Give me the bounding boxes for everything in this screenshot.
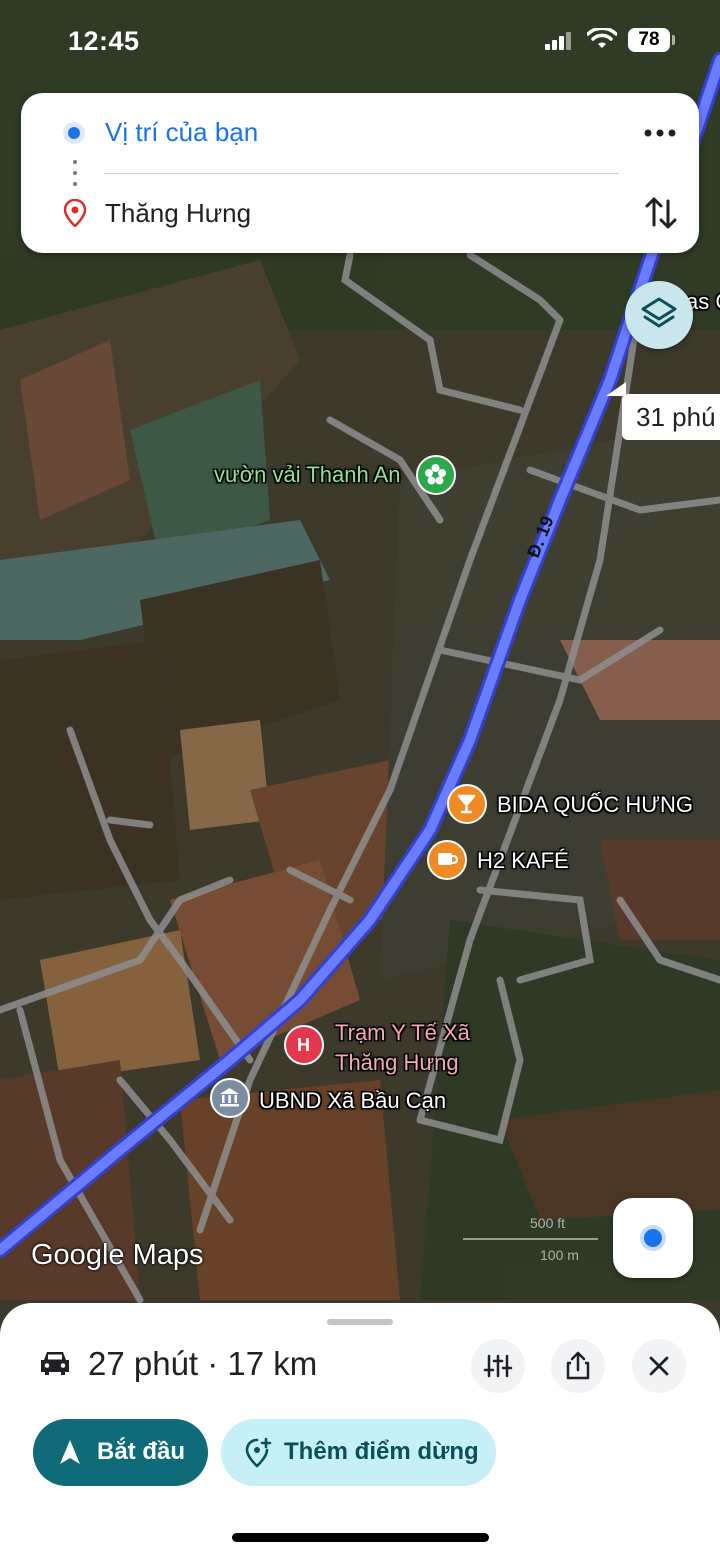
poi-label-orchard[interactable]: vườn vải Thanh An	[214, 462, 401, 488]
flower-icon[interactable]	[416, 455, 456, 495]
scale-feet: 500 ft	[530, 1215, 566, 1231]
google-maps-logo: Google Maps	[31, 1239, 204, 1271]
share-icon	[566, 1351, 590, 1380]
destination-pin-icon	[64, 199, 86, 227]
scale-meters: 100 m	[540, 1247, 579, 1263]
my-location-button[interactable]	[613, 1198, 693, 1278]
layers-icon	[641, 297, 677, 328]
poi-label-cafe[interactable]: H2 KAFÉ	[477, 848, 569, 874]
government-building-icon[interactable]	[210, 1078, 250, 1118]
battery-tip	[672, 35, 675, 45]
battery-indicator: 78	[628, 28, 670, 52]
destination-field[interactable]: Thăng Hưng	[105, 198, 251, 229]
close-button[interactable]	[632, 1339, 686, 1393]
route-dots-icon	[73, 160, 77, 193]
origin-field[interactable]: Vị trí của bạn	[105, 117, 258, 148]
add-stop-label: Thêm điểm dừng	[284, 1438, 479, 1465]
navigation-arrow-icon	[60, 1440, 80, 1464]
close-icon	[649, 1356, 669, 1376]
scale-bar	[463, 1238, 598, 1240]
svg-text:H: H	[297, 1035, 310, 1055]
swap-directions-icon[interactable]	[642, 193, 680, 233]
status-time: 12:45	[68, 26, 140, 56]
sheet-drag-handle[interactable]	[327, 1319, 393, 1325]
start-navigation-button[interactable]: Bắt đầu	[33, 1419, 208, 1486]
route-options-button[interactable]	[471, 1339, 525, 1393]
add-stop-button[interactable]: Thêm điểm dừng	[221, 1419, 496, 1486]
eta-bubble-tail	[606, 382, 626, 396]
add-location-icon	[245, 1437, 272, 1468]
home-indicator	[232, 1533, 489, 1542]
coffee-icon[interactable]	[427, 840, 467, 880]
hospital-icon[interactable]: H	[284, 1025, 324, 1065]
poi-label-clinic-line2[interactable]: Thăng Hưng	[335, 1050, 459, 1076]
share-button[interactable]	[551, 1339, 605, 1393]
car-icon	[41, 1352, 69, 1375]
tune-icon	[483, 1354, 513, 1378]
origin-location-icon	[63, 122, 85, 144]
alternate-route-eta[interactable]: 31 phú	[622, 394, 720, 440]
poi-label-clinic-line1[interactable]: Trạm Y Tế Xã	[335, 1020, 470, 1046]
layers-button[interactable]	[625, 281, 693, 349]
status-bar: 12:45 78	[0, 0, 720, 80]
poi-label-ubnd[interactable]: UBND Xã Bầu Cạn	[259, 1088, 446, 1114]
start-button-label: Bắt đầu	[97, 1438, 186, 1465]
field-divider	[104, 173, 619, 174]
cellular-signal-icon	[545, 32, 571, 50]
more-options-icon[interactable]	[640, 118, 680, 148]
wifi-icon	[587, 28, 617, 48]
cocktail-icon[interactable]	[447, 784, 487, 824]
route-summary: 27 phút · 17 km	[88, 1345, 318, 1382]
poi-label-bida[interactable]: BIDA QUỐC HƯNG	[497, 792, 693, 818]
